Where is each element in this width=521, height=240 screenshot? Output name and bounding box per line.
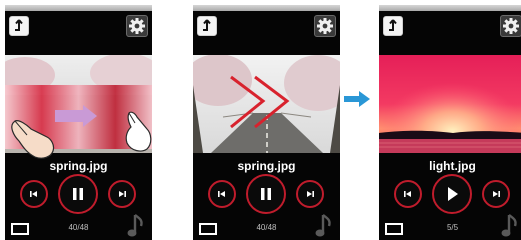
slideshow-demo: spring.jpg 40/48 spring.jpg 40/48 light.… [0,0,521,240]
previous-button[interactable] [394,180,422,208]
photo-image [379,55,521,153]
skip-previous-icon [218,191,225,197]
settings-button[interactable] [314,15,336,37]
gear-icon [129,18,145,34]
skip-next-icon [493,191,500,197]
pause-icon [73,188,83,200]
back-button[interactable] [197,16,217,36]
music-note-icon[interactable] [126,213,146,239]
settings-button[interactable] [500,15,521,37]
status-bar [379,5,521,11]
status-bar [5,5,152,11]
pause-button[interactable] [58,174,98,214]
screen-mode-icon[interactable] [11,223,29,235]
back-arrow-icon [203,19,211,31]
file-name: light.jpg [429,159,476,173]
player-screen-2: spring.jpg 40/48 [193,5,340,240]
file-name: spring.jpg [237,159,296,173]
back-button[interactable] [9,16,29,36]
player-screen-3: light.jpg 5/5 [379,5,521,240]
screen-mode-icon[interactable] [385,223,403,235]
skip-next-icon [119,191,126,197]
right-arrow-icon [344,91,370,107]
player-screen-1: spring.jpg 40/48 [5,5,152,240]
file-name: spring.jpg [49,159,108,173]
photo-image [193,55,340,153]
pause-button[interactable] [246,174,286,214]
pause-icon [261,188,271,200]
play-button[interactable] [432,174,472,214]
hand-swipe-end-icon [125,111,152,152]
next-button[interactable] [108,180,136,208]
skip-previous-icon [404,191,411,197]
previous-button[interactable] [208,180,236,208]
skip-next-icon [307,191,314,197]
next-button[interactable] [296,180,324,208]
previous-button[interactable] [20,180,48,208]
play-icon [448,187,458,201]
gear-icon [317,18,333,34]
music-note-icon[interactable] [314,213,334,239]
back-arrow-icon [389,19,397,31]
back-arrow-icon [15,19,23,31]
screen-mode-icon[interactable] [199,223,217,235]
next-button[interactable] [482,180,510,208]
gear-icon [503,18,519,34]
photo-view[interactable] [379,55,521,153]
music-note-icon[interactable] [500,213,520,239]
status-bar [193,5,340,11]
settings-button[interactable] [126,15,148,37]
back-button[interactable] [383,16,403,36]
photo-view[interactable] [193,55,340,153]
skip-previous-icon [30,191,37,197]
